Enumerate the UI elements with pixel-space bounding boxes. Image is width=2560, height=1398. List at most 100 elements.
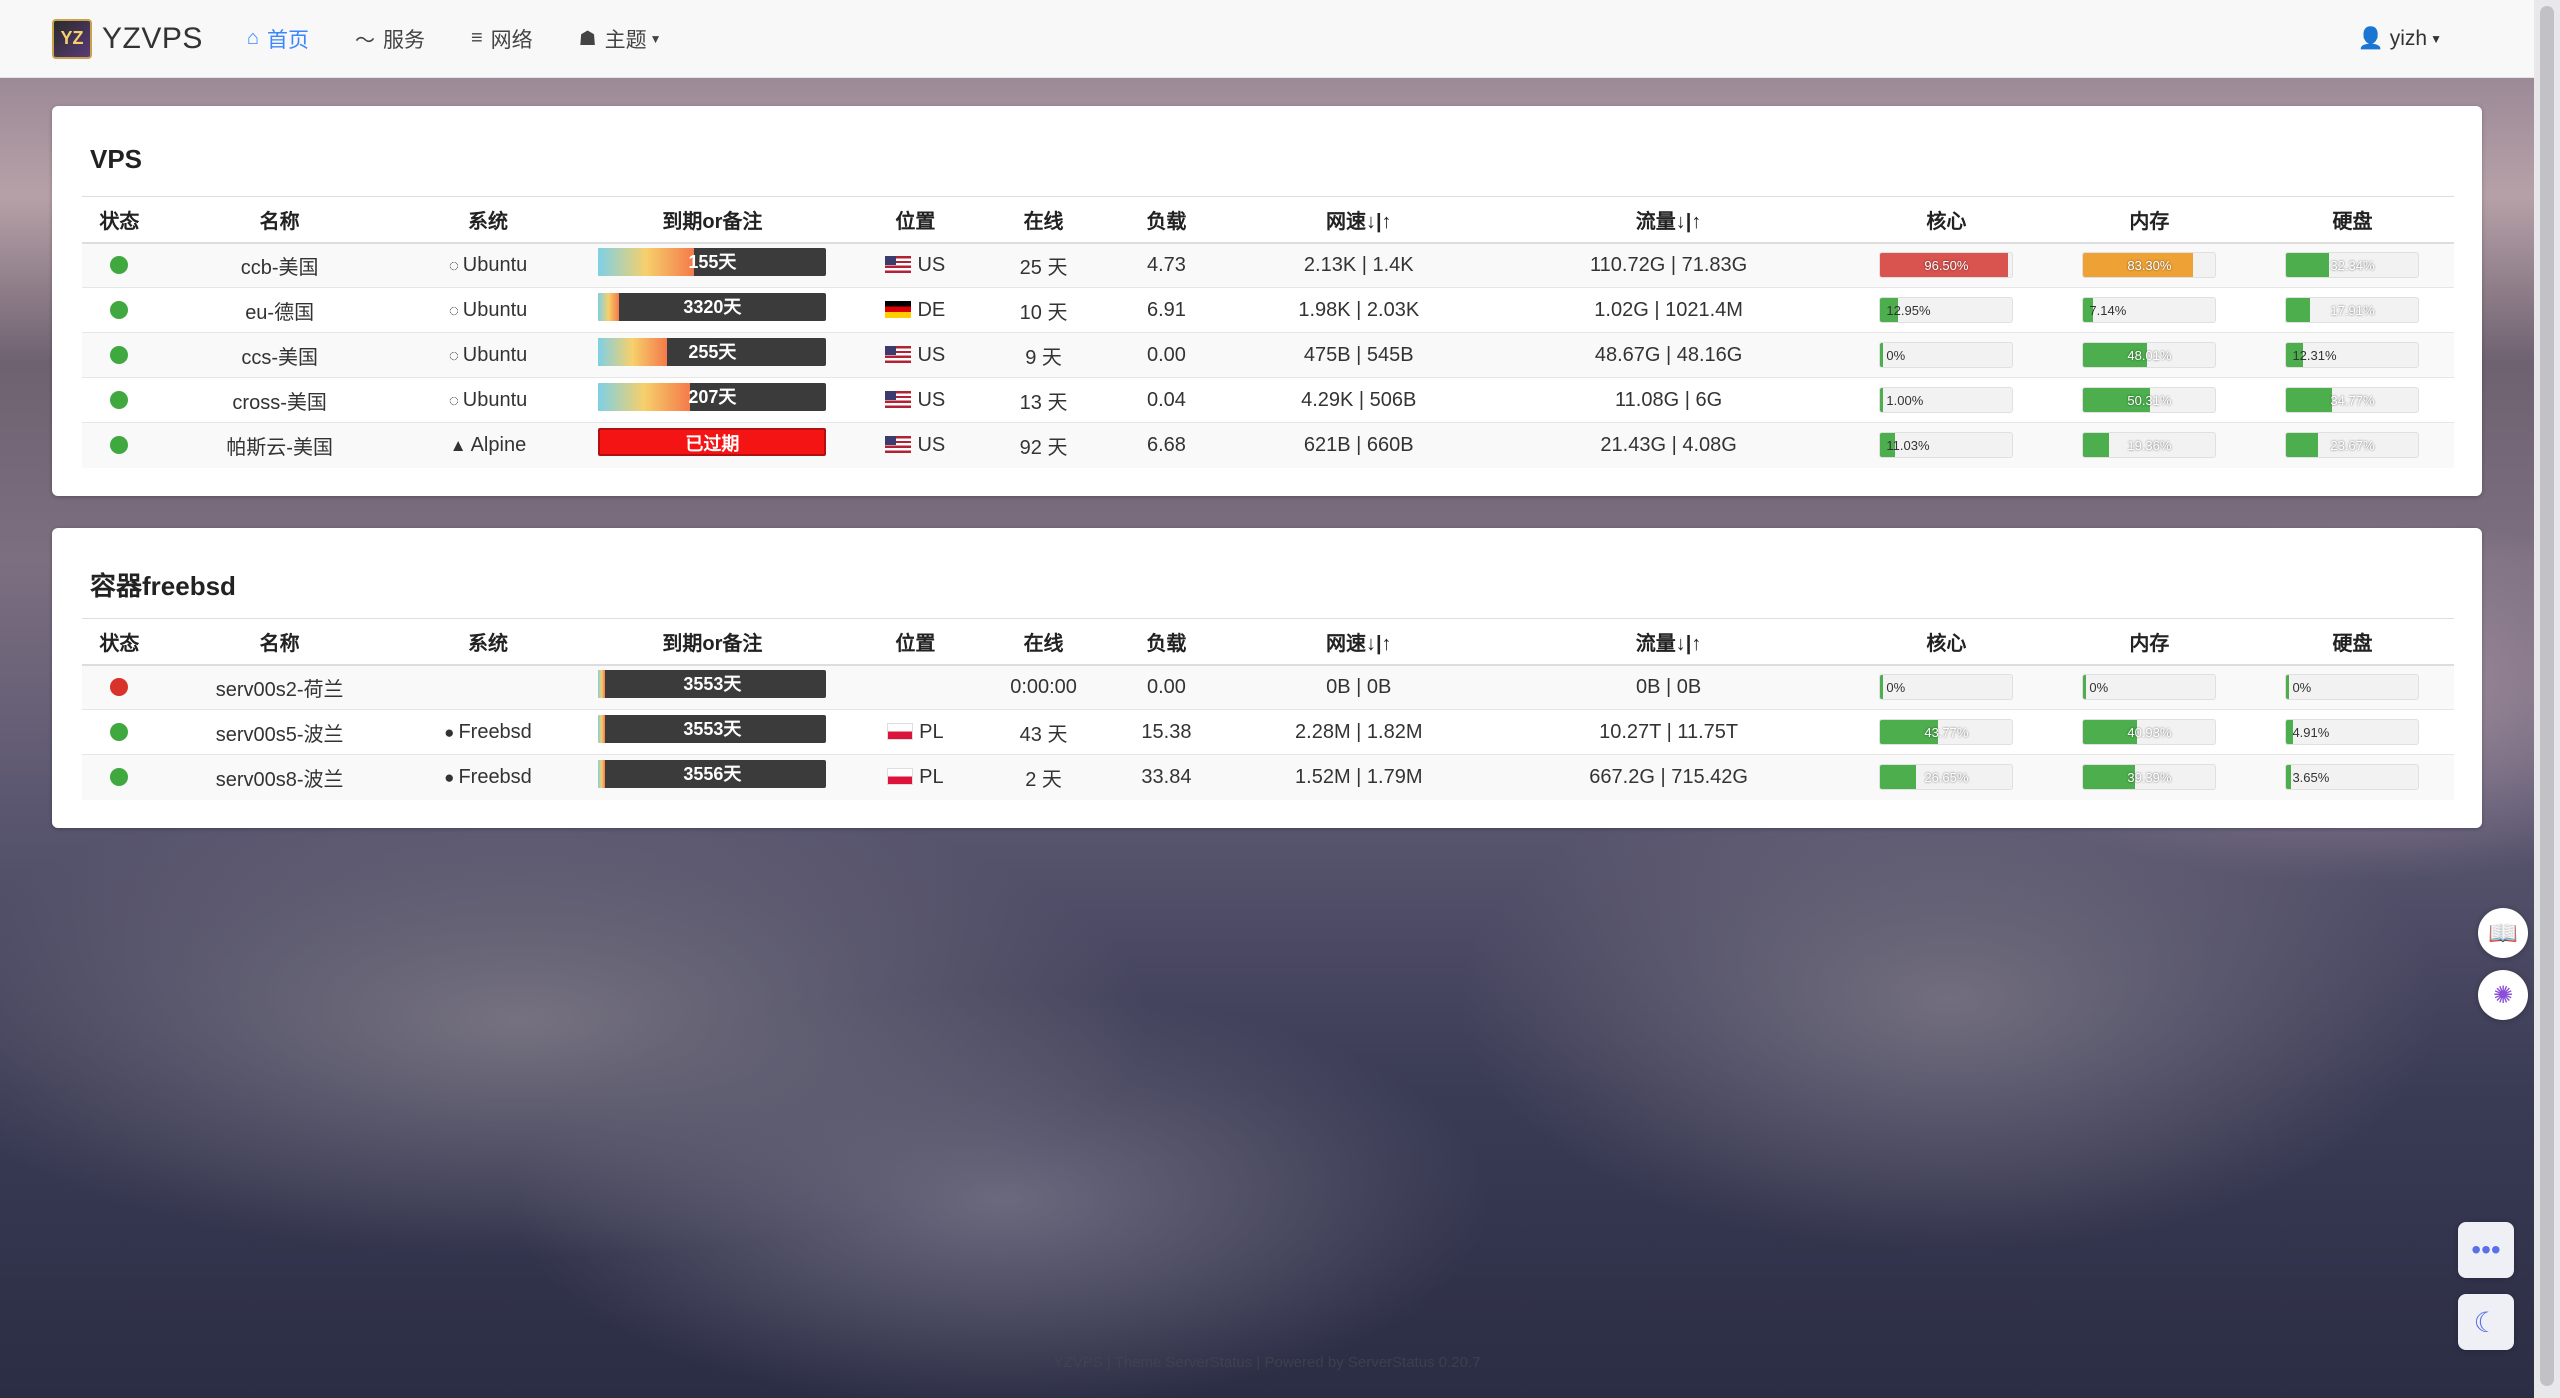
moon-icon: ☾ [2473, 1306, 2499, 1338]
table-row[interactable]: serv00s2-荷兰 3553天 0:00:00 0.00 0B | 0B 0B | 0… [82, 664, 2454, 710]
usage-bar: 0% [2285, 674, 2420, 701]
server-name: 帕斯云-美国 [156, 422, 403, 468]
more-button[interactable]: ••• [2458, 1222, 2514, 1278]
status-online-icon [110, 436, 129, 455]
usage-bar-label: 50.31% [2127, 393, 2172, 408]
location-cell: US [851, 242, 980, 288]
user-menu[interactable]: 👤 yizh ▼ [2358, 0, 2442, 78]
table-row[interactable]: ccs-美国 ◌ Ubuntu 255天 US 9 天 0.00 475B | 545B 48.… [82, 332, 2454, 378]
traffic: 10.27T | 11.75T [1492, 709, 1845, 755]
location-cell: US [851, 377, 980, 423]
table-row[interactable]: ccb-美国 ◌ Ubuntu 155天 US 25 天 4.73 2.13K | 1.4K 1… [82, 242, 2454, 288]
net-speed: 475B | 545B [1225, 332, 1493, 378]
os-cell: ◌ Ubuntu [402, 377, 574, 423]
book-icon-button[interactable]: 📖 [2478, 908, 2528, 958]
uptime: 43 天 [979, 709, 1108, 755]
load: 33.84 [1107, 754, 1226, 800]
status-online-icon [110, 346, 129, 365]
column-header[interactable]: 流量↓|↑ [1492, 196, 1845, 244]
column-header[interactable]: 负载 [1107, 196, 1226, 244]
table-row[interactable]: serv00s5-波兰 ● Freebsd 3553天 PL 43 天 15.38 2.28M… [82, 709, 2454, 755]
column-header[interactable]: 流量↓|↑ [1492, 618, 1845, 666]
freebsd-table-body: serv00s2-荷兰 3553天 0:00:00 0.00 0B | 0B 0B | 0… [82, 664, 2454, 800]
page-scrollbar[interactable] [2534, 0, 2560, 1398]
expire-text: 3556天 [683, 764, 742, 785]
status-online-icon [110, 256, 129, 275]
nav-item-theme[interactable]: ☗ 主题 ▼ [579, 24, 662, 54]
nav-item-label: 服务 [382, 28, 425, 52]
status-cell [82, 422, 157, 468]
column-header[interactable]: 负载 [1107, 618, 1226, 666]
column-header[interactable]: 系统 [402, 196, 574, 244]
nav-item-services[interactable]: 〜 服务 [355, 24, 425, 54]
column-header[interactable]: 内存 [2047, 618, 2251, 666]
disk-cell: 34.77% [2250, 377, 2454, 423]
column-header[interactable]: 网速↓|↑ [1225, 618, 1493, 666]
status-cell [82, 242, 157, 288]
table-row[interactable]: cross-美国 ◌ Ubuntu 207天 US 13 天 0.04 4.29K | 506… [82, 377, 2454, 423]
column-header[interactable]: 在线 [979, 196, 1108, 244]
column-header[interactable]: 名称 [156, 618, 403, 666]
column-header[interactable]: 核心 [1844, 196, 2048, 244]
disk-cell: 17.91% [2250, 287, 2454, 333]
table-header-row: 状态 名称 系统 到期or备注 位置 在线 负载 网速↓|↑ 流量↓|↑ 核心 内存 硬盘 [82, 196, 2454, 244]
os-cell: ◌ Ubuntu [402, 332, 574, 378]
usage-bar: 17.91% [2285, 297, 2420, 323]
expire-text: 155天 [688, 252, 737, 273]
nav-item-network[interactable]: ≡ 网络 [471, 24, 533, 54]
column-header[interactable]: 内存 [2047, 196, 2251, 244]
os-cell: ● Freebsd [402, 754, 574, 800]
usage-bar-label: 19.36% [2127, 438, 2172, 454]
column-header[interactable]: 位置 [851, 618, 980, 666]
brand-logo: YZ [52, 18, 92, 59]
location-code: US [917, 253, 946, 276]
usage-bar-label: 1.00% [1886, 393, 1924, 408]
usage-bar-label: 26.65% [1924, 770, 1969, 786]
rss-icon: 〜 [354, 30, 375, 52]
table-row[interactable]: eu-德国 ◌ Ubuntu 3320天 DE 10 天 6.91 1.98K | 2.03K… [82, 287, 2454, 333]
location-cell: PL [851, 709, 980, 755]
scrollbar-thumb[interactable] [2540, 6, 2554, 1386]
uptime: 92 天 [979, 422, 1108, 468]
column-header[interactable]: 到期or备注 [573, 618, 852, 666]
column-header[interactable]: 在线 [979, 618, 1108, 666]
column-header[interactable]: 到期or备注 [573, 196, 852, 244]
dark-mode-toggle[interactable]: ☾ [2458, 1294, 2514, 1350]
column-header[interactable]: 系统 [402, 618, 574, 666]
usage-bar-label: 34.77% [2330, 393, 2375, 408]
status-online-icon [110, 723, 129, 742]
expire-text: 3320天 [683, 297, 742, 317]
expire-badge: 3553天 [598, 670, 827, 699]
nav-item-home[interactable]: ⌂ 首页 [247, 24, 309, 54]
traffic: 0B | 0B [1492, 664, 1845, 710]
column-header[interactable]: 位置 [851, 196, 980, 244]
column-header[interactable]: 网速↓|↑ [1225, 196, 1493, 244]
column-header[interactable]: 名称 [156, 196, 403, 244]
location-cell [851, 664, 980, 710]
table-row[interactable]: 帕斯云-美国 ▲ Alpine 已过期 US 92 天 6.68 621B | 660B 21.… [82, 422, 2454, 468]
net-speed: 1.52M | 1.79M [1225, 754, 1493, 800]
expire-text: 255天 [688, 342, 737, 362]
disk-cell: 12.31% [2250, 332, 2454, 378]
expire-bar-fill [598, 383, 690, 411]
column-header[interactable]: 状态 [82, 618, 157, 666]
table-row[interactable]: serv00s8-波兰 ● Freebsd 3556天 PL 2 天 33.84 1.52M … [82, 754, 2454, 800]
brand[interactable]: YZ YZVPS [52, 18, 203, 59]
usage-bar-label: 0% [2292, 680, 2312, 696]
brain-icon-button[interactable]: ✺ [2478, 970, 2528, 1020]
column-header[interactable]: 硬盘 [2250, 196, 2454, 244]
os-cell [402, 664, 574, 710]
column-header[interactable]: 硬盘 [2250, 618, 2454, 666]
nav-item-label: 首页 [266, 28, 309, 52]
column-header[interactable]: 状态 [82, 196, 157, 244]
alpine-icon: ▲ [449, 435, 467, 455]
disk-cell: 0% [2250, 664, 2454, 710]
uptime: 0:00:00 [979, 664, 1108, 710]
usage-bar: 4.91% [2285, 719, 2420, 745]
column-header[interactable]: 核心 [1844, 618, 2048, 666]
cpu-cell: 11.03% [1844, 422, 2048, 468]
usage-bar-label: 7.14% [2089, 303, 2127, 318]
mem-cell: 48.01% [2047, 332, 2251, 378]
vps-card-title: VPS [90, 144, 143, 174]
status-cell [82, 377, 157, 423]
